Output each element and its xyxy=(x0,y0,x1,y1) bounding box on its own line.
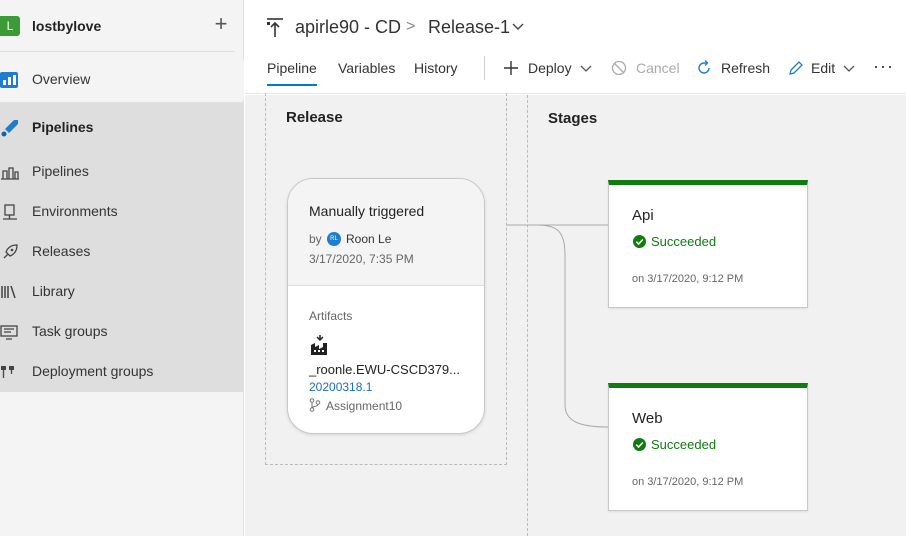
org-avatar: L xyxy=(0,16,20,36)
sidebar-item-label: Pipelines xyxy=(32,163,89,179)
stage-status: Succeeded xyxy=(651,234,717,249)
sidebar-item-label: Task groups xyxy=(32,323,108,339)
stage-date: on 3/17/2020, 9:12 PM xyxy=(632,273,744,285)
chevron-down-icon xyxy=(580,65,592,72)
sidebar-item-label: Library xyxy=(32,283,75,299)
deploy-label: Deploy xyxy=(528,60,572,76)
artifact-branch: Assignment10 xyxy=(326,399,403,413)
sidebar-item-overview[interactable]: Overview xyxy=(0,60,244,100)
toolbar-divider xyxy=(484,56,485,80)
sidebar-item-pipelines[interactable]: Pipelines xyxy=(0,152,244,192)
sidebar-item-label: Pipelines xyxy=(32,119,94,135)
stage-status: Succeeded xyxy=(651,437,717,452)
tab-history[interactable]: History xyxy=(414,60,458,76)
branch-icon xyxy=(309,398,321,412)
stage-card-api[interactable]: Api Succeeded on 3/17/2020, 9:12 PM xyxy=(608,180,808,308)
sidebar-item-task-groups[interactable]: Task groups xyxy=(0,312,244,352)
new-project-button[interactable]: + xyxy=(210,13,232,35)
pipelines-hub-icon xyxy=(1,120,18,137)
cancel-label: Cancel xyxy=(636,60,680,76)
success-check-icon xyxy=(633,235,646,248)
artifact-build-link[interactable]: 20200318.1 xyxy=(309,380,372,394)
org-header[interactable]: L lostbylove + xyxy=(0,0,244,52)
divider xyxy=(0,51,234,52)
avatar: RL xyxy=(327,232,341,246)
sidebar-item-releases[interactable]: Releases xyxy=(0,232,244,272)
artifacts-label: Artifacts xyxy=(309,309,353,323)
chevron-down-icon xyxy=(843,65,855,72)
sidebar: L lostbylove + Overview Pipelines Pipeli… xyxy=(0,0,244,536)
breadcrumb-separator: > xyxy=(406,18,416,35)
environments-icon xyxy=(3,204,17,220)
stage-name: Api xyxy=(632,207,654,224)
sidebar-item-label: Releases xyxy=(32,243,91,259)
tab-pipeline[interactable]: Pipeline xyxy=(267,60,317,86)
more-actions-button[interactable]: ··· xyxy=(873,56,894,77)
sidebar-item-label: Environments xyxy=(32,203,118,219)
stage-card-web[interactable]: Web Succeeded on 3/17/2020, 9:12 PM xyxy=(608,383,808,511)
breadcrumb-project[interactable]: apirle90 - CD xyxy=(295,17,401,38)
artifact-name: _roonle.EWU-CSCD379... xyxy=(309,362,460,377)
chevron-down-icon[interactable] xyxy=(511,20,525,34)
release-by-label: by xyxy=(309,232,322,246)
cancel-button[interactable]: Cancel xyxy=(611,58,681,80)
deployment-groups-icon xyxy=(1,366,14,378)
build-artifact-icon xyxy=(311,335,327,355)
edit-button[interactable]: Edit xyxy=(788,58,858,80)
sidebar-item-deployment-groups[interactable]: Deployment groups xyxy=(0,352,244,392)
sidebar-item-label: Deployment groups xyxy=(32,363,154,379)
sidebar-item-library[interactable]: Library xyxy=(0,272,244,312)
task-groups-icon xyxy=(0,325,18,340)
release-column-title: Release xyxy=(286,109,343,126)
pencil-icon xyxy=(789,61,803,75)
breadcrumb-release[interactable]: Release-1 xyxy=(428,17,510,38)
stage-name: Web xyxy=(632,410,663,427)
org-name[interactable]: lostbylove xyxy=(32,18,101,34)
sidebar-item-environments[interactable]: Environments xyxy=(0,192,244,232)
sidebar-item-pipelines-hub[interactable]: Pipelines xyxy=(0,108,244,148)
release-trigger: Manually triggered xyxy=(309,203,425,219)
overview-icon xyxy=(0,72,18,88)
edit-label: Edit xyxy=(811,60,836,76)
cancel-icon xyxy=(611,60,627,76)
deploy-button[interactable]: Deploy xyxy=(503,58,595,80)
sidebar-item-label: Overview xyxy=(32,71,91,87)
library-icon xyxy=(1,285,16,299)
release-pipeline-icon xyxy=(267,18,283,37)
refresh-icon xyxy=(698,60,710,74)
refresh-button[interactable]: Refresh xyxy=(696,58,776,80)
pipeline-canvas: Release Stages Manually triggered by RL … xyxy=(245,93,906,536)
page-header: apirle90 - CD > Release-1 Pipeline Varia… xyxy=(245,0,906,94)
rocket-icon xyxy=(3,244,18,259)
stage-connector xyxy=(507,224,609,428)
release-date: 3/17/2020, 7:35 PM xyxy=(309,252,414,266)
stages-column-title: Stages xyxy=(548,110,598,127)
success-check-icon xyxy=(633,438,646,451)
stage-date: on 3/17/2020, 9:12 PM xyxy=(632,476,744,488)
release-card[interactable]: Manually triggered by RL Roon Le 3/17/20… xyxy=(287,178,485,434)
release-user: Roon Le xyxy=(346,232,392,246)
refresh-label: Refresh xyxy=(721,60,771,76)
tab-variables[interactable]: Variables xyxy=(338,60,395,76)
plus-icon xyxy=(504,61,518,75)
pipelines-icon xyxy=(1,167,19,180)
